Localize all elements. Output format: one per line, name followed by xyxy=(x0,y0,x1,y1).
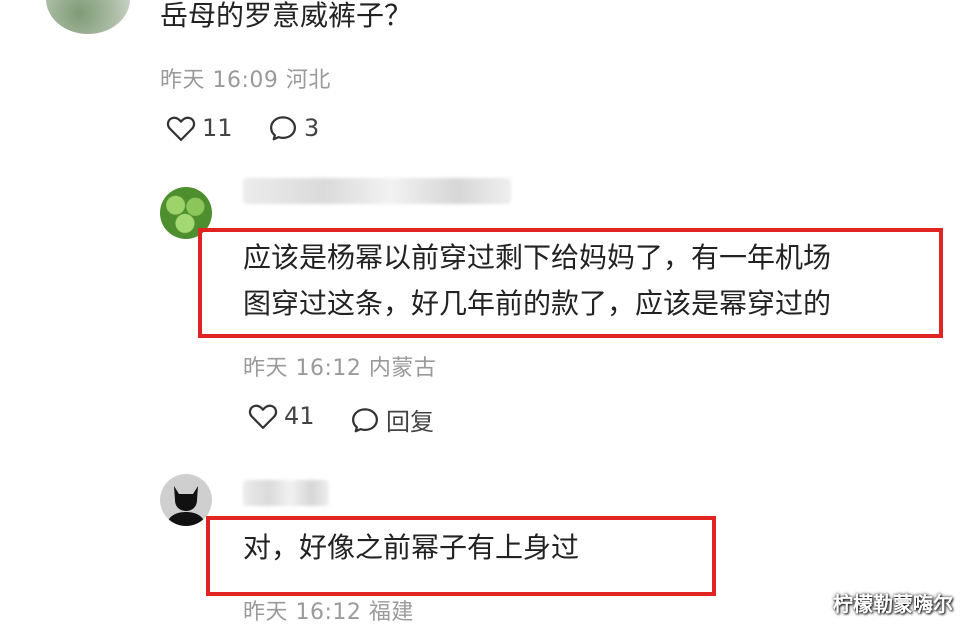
like-count: 11 xyxy=(202,114,233,142)
like-button[interactable]: 41 xyxy=(248,402,315,430)
reply-label: 回复 xyxy=(386,408,434,436)
reply-button[interactable]: 3 xyxy=(268,114,319,142)
username-redacted[interactable] xyxy=(243,178,511,204)
comment-meta: 昨天 16:09 河北 xyxy=(160,68,331,93)
like-button[interactable]: 11 xyxy=(166,114,233,142)
comment-text: 岳母的罗意威裤子？ xyxy=(160,0,413,32)
reply-count: 3 xyxy=(304,114,320,142)
like-count: 41 xyxy=(284,402,315,430)
avatar-silhouette xyxy=(166,486,206,526)
heart-icon xyxy=(248,402,278,430)
watermark: 柠檬勒蒙嗨尔 xyxy=(833,592,953,616)
reply-button[interactable]: 回复 xyxy=(350,402,434,437)
comment-text: 对，好像之前幂子有上身过 xyxy=(243,531,580,564)
avatar[interactable] xyxy=(46,0,130,34)
comment-meta: 昨天 16:12 内蒙古 xyxy=(243,356,437,381)
comment-bubble-icon xyxy=(350,406,380,434)
avatar[interactable] xyxy=(160,474,212,526)
comment-text-line-1: 应该是杨幂以前穿过剩下给妈妈了，有一年机场 xyxy=(243,241,832,274)
heart-icon xyxy=(166,114,196,142)
comment-text-line-2: 图穿过这条，好几年前的款了，应该是幂穿过的 xyxy=(243,287,832,320)
comment-meta: 昨天 16:12 福建 xyxy=(243,600,414,625)
comment-bubble-icon xyxy=(268,114,298,142)
username-redacted[interactable] xyxy=(243,480,329,506)
